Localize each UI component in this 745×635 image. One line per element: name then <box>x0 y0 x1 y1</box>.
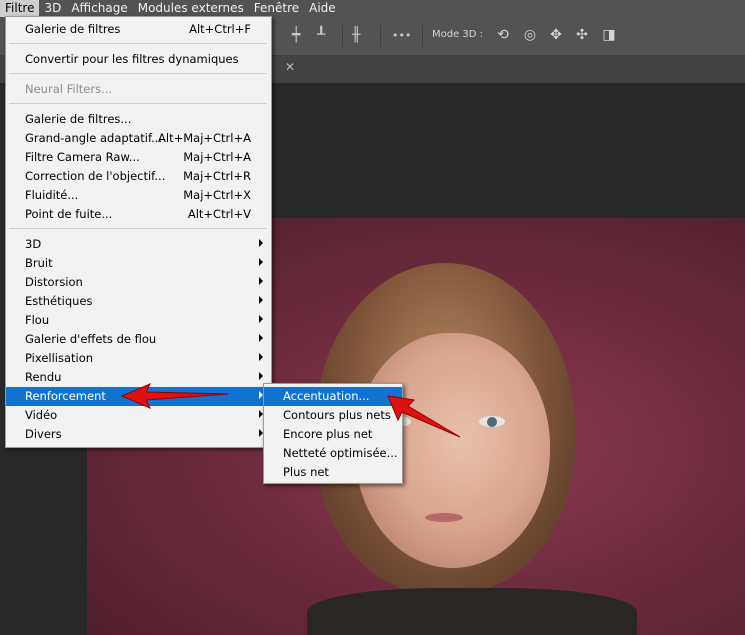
menu-separator <box>9 43 267 44</box>
mode-3d-label: Mode 3D : <box>432 29 484 40</box>
submenu-3d[interactable]: 3D <box>6 235 271 254</box>
chevron-right-icon <box>259 277 263 285</box>
menu-aide[interactable]: Aide <box>304 0 341 17</box>
shirt <box>307 588 637 635</box>
menu-item-point-de-fuite[interactable]: Point de fuite... Alt+Ctrl+V <box>6 205 271 224</box>
separator <box>422 25 423 47</box>
submenu-flou[interactable]: Flou <box>6 311 271 330</box>
orbit-3d-icon[interactable]: ⟲ <box>494 26 512 44</box>
menu-modules-externes[interactable]: Modules externes <box>133 0 249 17</box>
menu-filtre[interactable]: Filtre <box>0 0 40 17</box>
chevron-right-icon <box>259 296 263 304</box>
menu-item-encore-plus-net[interactable]: Encore plus net <box>264 425 402 444</box>
menu-item-neural-filters: Neural Filters... <box>25 82 113 96</box>
menu-item-last-filter[interactable]: Galerie de filtres Alt+Ctrl+F <box>6 20 271 39</box>
submenu-bruit[interactable]: Bruit <box>6 254 271 273</box>
submenu-pixellisation[interactable]: Pixellisation <box>6 349 271 368</box>
menu-separator <box>9 73 267 74</box>
menu-item-fluidite[interactable]: Fluidité... Maj+Ctrl+X <box>6 186 271 205</box>
menu-separator <box>9 228 267 229</box>
distribute-icon[interactable]: ╫ <box>352 27 360 43</box>
right-eye <box>479 416 505 427</box>
submenu-distorsion[interactable]: Distorsion <box>6 273 271 292</box>
menu-affichage[interactable]: Affichage <box>66 0 132 17</box>
more-options-icon[interactable]: ••• <box>392 29 411 42</box>
menu-fenetre[interactable]: Fenêtre <box>249 0 304 17</box>
menu-item-correction-objectif[interactable]: Correction de l'objectif... Maj+Ctrl+R <box>6 167 271 186</box>
pan-3d-icon[interactable]: ✥ <box>547 26 565 44</box>
menu-item-galerie-filtres[interactable]: Galerie de filtres... <box>6 110 271 129</box>
chevron-right-icon <box>259 239 263 247</box>
menu-item-nettete-optimisee[interactable]: Netteté optimisée... <box>264 444 402 463</box>
chevron-right-icon <box>259 315 263 323</box>
chevron-right-icon <box>259 372 263 380</box>
submenu-divers[interactable]: Divers <box>6 425 271 444</box>
annotation-arrow-icon <box>120 383 229 409</box>
menu-item-grand-angle[interactable]: Grand-angle adaptatif... Alt+Maj+Ctrl+A <box>6 129 271 148</box>
close-tab-icon[interactable]: ✕ <box>285 60 295 74</box>
menu-item-contours-plus-nets[interactable]: Contours plus nets <box>264 406 402 425</box>
chevron-right-icon <box>259 334 263 342</box>
submenu-esthetiques[interactable]: Esthétiques <box>6 292 271 311</box>
menu-item-plus-net[interactable]: Plus net <box>264 463 402 482</box>
menu-separator <box>9 103 267 104</box>
camera-3d-icon[interactable]: ◨ <box>600 26 618 44</box>
menu-3d[interactable]: 3D <box>39 0 66 17</box>
mouth <box>425 513 463 522</box>
chevron-right-icon <box>259 258 263 266</box>
menu-bar: Filtre 3D Affichage Modules externes Fen… <box>0 0 745 17</box>
separator <box>380 25 381 47</box>
separator <box>342 25 343 47</box>
align-bottom-icon[interactable]: ┸ <box>317 27 325 43</box>
slide-3d-icon[interactable]: ✣ <box>573 26 591 44</box>
align-vertical-center-icon[interactable]: ┿ <box>292 27 300 43</box>
menu-item-accentuation[interactable]: Accentuation... <box>264 387 402 406</box>
renforcement-submenu: Accentuation... Contours plus nets Encor… <box>263 383 403 484</box>
annotation-arrow-icon <box>387 395 461 438</box>
chevron-right-icon <box>259 353 263 361</box>
menu-item-camera-raw[interactable]: Filtre Camera Raw... Maj+Ctrl+A <box>6 148 271 167</box>
menu-item-convert-smart-filters[interactable]: Convertir pour les filtres dynamiques <box>6 50 271 69</box>
roll-3d-icon[interactable]: ◎ <box>521 26 539 44</box>
submenu-galerie-effets-flou[interactable]: Galerie d'effets de flou <box>6 330 271 349</box>
